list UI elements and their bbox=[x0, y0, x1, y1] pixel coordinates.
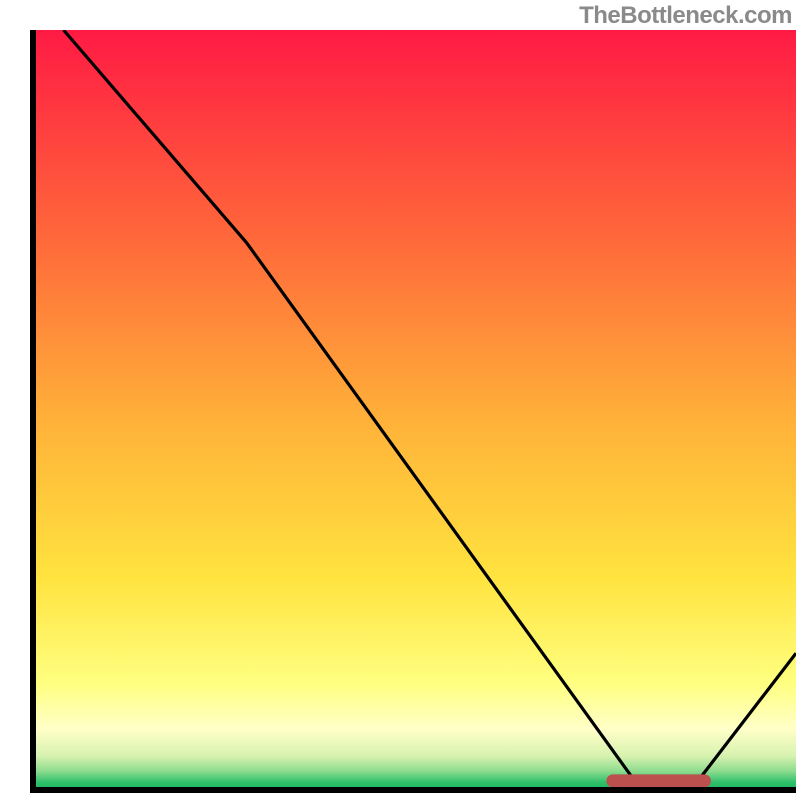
bottleneck-chart bbox=[0, 0, 800, 800]
gradient-background bbox=[33, 30, 796, 790]
